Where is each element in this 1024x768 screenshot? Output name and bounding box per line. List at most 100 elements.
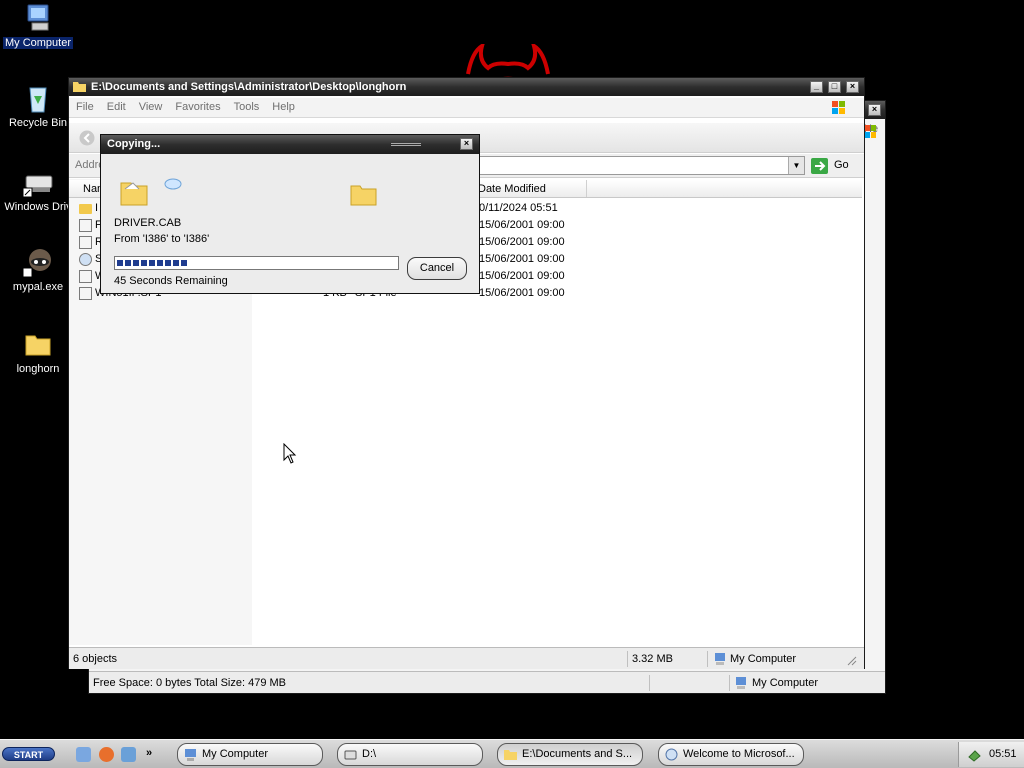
desktop-icon-my-computer[interactable]: My Computer xyxy=(2,2,74,49)
taskbar-button-longhorn-folder[interactable]: E:\Documents and S... xyxy=(497,743,643,766)
file-date: 15/06/2001 09:00 xyxy=(479,253,565,265)
mouse-cursor-icon xyxy=(283,443,297,464)
go-button[interactable]: Go xyxy=(834,159,849,171)
window-title: E:\Documents and Settings\Administrator\… xyxy=(91,81,407,93)
windows-logo-icon xyxy=(865,125,876,138)
menu-tools[interactable]: Tools xyxy=(227,98,266,113)
inf-file-icon xyxy=(79,219,92,232)
dialog-close-button[interactable]: × xyxy=(460,138,473,150)
copy-progress-dialog[interactable]: Copying... × DRIVER.CAB From 'I386' to '… xyxy=(100,134,480,294)
dialog-titlebar[interactable]: Copying... xyxy=(101,135,479,154)
selection-size: 3.32 MB xyxy=(627,651,705,667)
location-text: My Computer xyxy=(707,651,796,667)
desktop-icon-windows-drive[interactable]: Windows Driv xyxy=(2,166,74,213)
location-text: My Computer xyxy=(729,675,818,691)
recycle-bin-icon xyxy=(29,87,47,113)
column-header-date[interactable]: Date Modified xyxy=(474,180,587,197)
taskbar-button-welcome[interactable]: Welcome to Microsof... xyxy=(658,743,804,766)
taskbar-button-label: D:\ xyxy=(362,748,377,760)
file-date: 15/06/2001 09:00 xyxy=(479,219,565,231)
file-date: 15/06/2001 09:00 xyxy=(479,236,565,248)
my-computer-icon xyxy=(185,749,196,761)
menu-bar: File Edit View Favorites Tools Help xyxy=(69,98,864,118)
copy-source-destination: From 'I386' to 'I386' xyxy=(114,233,210,245)
progress-block xyxy=(125,260,131,266)
taskbar-button-label: E:\Documents and S... xyxy=(522,748,633,760)
safely-remove-hardware-icon[interactable] xyxy=(967,747,982,762)
text-file-icon xyxy=(79,236,92,249)
address-dropdown-button[interactable]: ▼ xyxy=(788,157,804,174)
go-arrow-icon[interactable] xyxy=(811,158,828,174)
show-desktop-icon[interactable] xyxy=(76,747,91,762)
menu-file[interactable]: File xyxy=(69,98,100,113)
back-arrow-icon[interactable] xyxy=(79,130,95,146)
desktop-icon-label: My Computer xyxy=(2,37,74,49)
progress-block xyxy=(181,260,187,266)
windows-logo-icon xyxy=(832,101,845,114)
system-tray: 05:51 xyxy=(958,742,1024,767)
desktop-icon-label: mypal.exe xyxy=(12,281,64,293)
explorer-titlebar[interactable]: E:\Documents and Settings\Administrator\… xyxy=(69,78,864,96)
firefox-icon[interactable] xyxy=(99,747,114,762)
desktop-icon-label: longhorn xyxy=(16,363,60,375)
copy-filename: DRIVER.CAB xyxy=(114,217,182,229)
folder-icon xyxy=(79,204,92,214)
file-date: 15/06/2001 09:00 xyxy=(479,270,565,282)
desktop-icon-label: Windows Driv xyxy=(4,201,72,213)
dialog-title: Copying... xyxy=(107,138,161,150)
folder-icon xyxy=(504,750,517,760)
resize-grip-icon[interactable] xyxy=(845,654,857,666)
copy-progress-bar xyxy=(114,256,399,270)
menu-favorites[interactable]: Favorites xyxy=(168,98,226,113)
source-folder-icon xyxy=(120,182,148,206)
progress-block xyxy=(141,260,147,266)
setup-icon xyxy=(79,253,92,266)
progress-block xyxy=(117,260,123,266)
desktop-icon-label: Recycle Bin xyxy=(8,117,68,129)
file-date: 0/11/2024 05:51 xyxy=(479,202,558,214)
status-blank xyxy=(649,675,729,691)
menu-edit[interactable]: Edit xyxy=(100,98,132,113)
my-computer-icon xyxy=(27,4,49,31)
email-icon[interactable] xyxy=(121,747,136,762)
desktop-icon-mypal[interactable]: mypal.exe xyxy=(2,246,74,293)
progress-block xyxy=(165,260,171,266)
desktop-icon-recycle-bin[interactable]: Recycle Bin xyxy=(2,82,74,129)
clock[interactable]: 05:51 xyxy=(989,742,1017,767)
drive-icon xyxy=(344,750,357,760)
minimize-button[interactable]: _ xyxy=(810,81,823,93)
taskbar: START » My Computer D:\ E:\Documents and… xyxy=(0,739,1024,768)
drive-shortcut-icon xyxy=(22,175,53,198)
file-name: I xyxy=(95,202,99,214)
quicklaunch-chevron-icon[interactable]: » xyxy=(146,747,152,759)
progress-block xyxy=(149,260,155,266)
progress-block xyxy=(173,260,179,266)
free-space-text: Free Space: 0 bytes Total Size: 479 MB xyxy=(93,677,287,689)
time-remaining: 45 Seconds Remaining xyxy=(114,275,228,287)
desktop-icon-longhorn[interactable]: longhorn xyxy=(2,328,74,375)
menu-view[interactable]: View xyxy=(132,98,169,113)
setup-icon xyxy=(665,748,678,761)
file-date: 15/06/2001 09:00 xyxy=(479,287,565,299)
taskbar-button-label: Welcome to Microsof... xyxy=(683,748,795,760)
folder-icon xyxy=(73,82,86,92)
maximize-button[interactable]: □ xyxy=(828,81,841,93)
start-button[interactable]: START xyxy=(2,747,55,761)
taskbar-button-d-drive[interactable]: D:\ xyxy=(337,743,483,766)
progress-block xyxy=(133,260,139,266)
progress-block xyxy=(157,260,163,266)
title-grip xyxy=(391,143,421,146)
back-window-close-button[interactable]: × xyxy=(868,104,881,116)
folder-icon xyxy=(25,335,51,356)
taskbar-button-my-computer[interactable]: My Computer xyxy=(177,743,323,766)
menu-help[interactable]: Help xyxy=(265,98,301,113)
inf-file-icon xyxy=(79,270,92,283)
destination-folder-icon xyxy=(350,185,377,206)
close-button[interactable]: × xyxy=(846,81,859,93)
back-window-statusbar: Free Space: 0 bytes Total Size: 479 MB M… xyxy=(89,671,885,693)
cancel-button[interactable]: Cancel xyxy=(407,257,467,280)
taskbar-button-label: My Computer xyxy=(202,748,269,760)
raccoon-app-icon xyxy=(22,249,51,278)
inf-file-icon xyxy=(79,287,92,300)
explorer-statusbar: 6 objects 3.32 MB My Computer xyxy=(69,647,864,669)
